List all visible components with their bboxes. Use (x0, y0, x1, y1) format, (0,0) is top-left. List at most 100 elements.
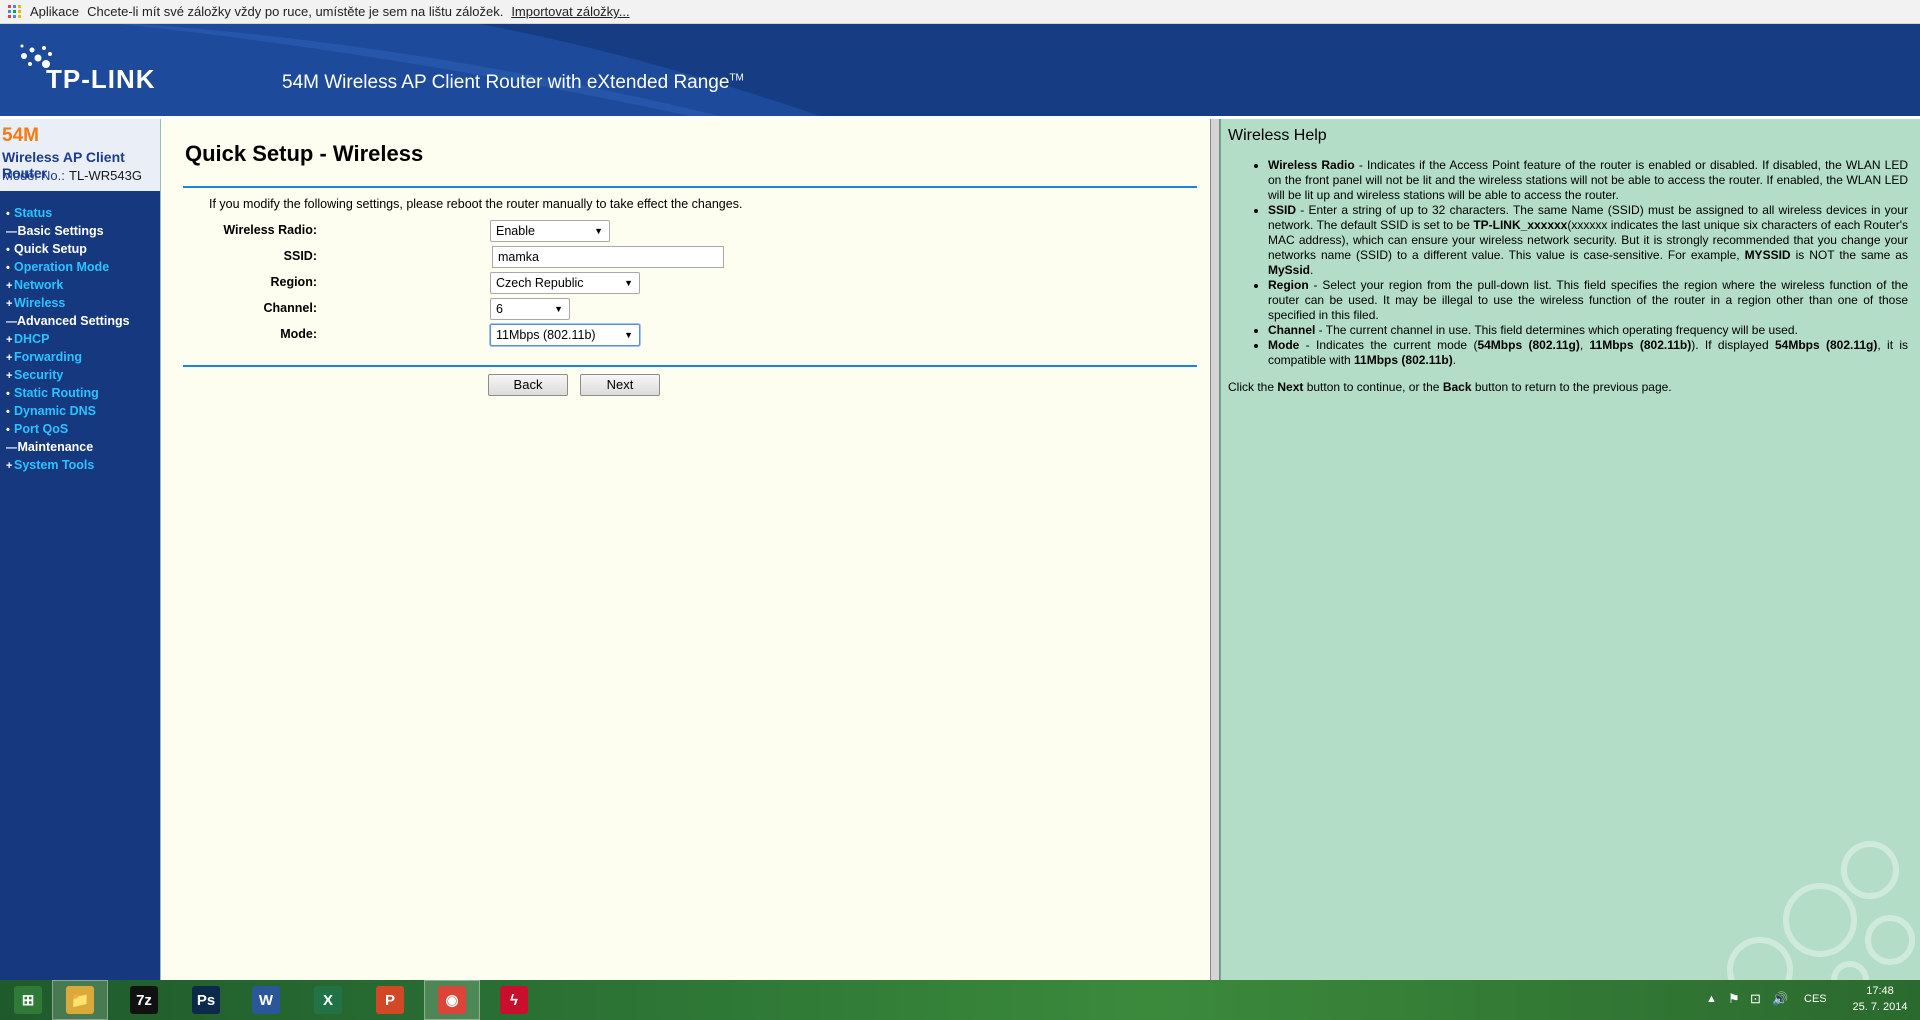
dropdown-arrow-icon: ▼ (594, 226, 603, 236)
taskbar-explorer[interactable]: 📁 (52, 980, 108, 1020)
taskbar-start-button[interactable]: ⊞ (0, 980, 56, 1020)
expand-plus-icon: + (6, 352, 13, 364)
channel-select[interactable]: 6 ▼ (490, 298, 570, 320)
sidebar-item-quick-setup[interactable]: • Quick Setup (0, 240, 160, 258)
sidebar-item-label: System Tools (14, 458, 95, 472)
start-button-icon: ⊞ (14, 986, 42, 1014)
ssid-label: SSID: (283, 249, 317, 263)
sidebar-item-label: Wireless (14, 296, 66, 310)
taskbar-flash[interactable]: ϟ (486, 980, 542, 1020)
action-center-flag-icon[interactable]: ⚑ (1728, 991, 1740, 1007)
bullet-icon: • (6, 424, 10, 436)
bookmarks-bar: Aplikace Chcete-li mít své záložky vždy … (0, 0, 1920, 24)
tray-expand-icon[interactable]: ▲ (1706, 993, 1717, 1005)
sidebar-item-label: Port QoS (14, 422, 69, 436)
sidebar-item-label: DHCP (14, 332, 50, 346)
sidebar-item-status[interactable]: • Status (0, 204, 160, 222)
help-emphasis: TP-LINK_xxxxxx (1473, 218, 1568, 232)
help-text: ). If displayed (1691, 338, 1775, 352)
bubble-decoration-icon (1727, 841, 1915, 980)
help-emphasis: 11Mbps (802.11b) (1354, 353, 1453, 367)
taskbar-photoshop[interactable]: Ps (178, 980, 234, 1020)
dropdown-arrow-icon: ▼ (554, 304, 563, 314)
help-term: Wireless Radio (1268, 158, 1355, 172)
top-divider (183, 186, 1197, 188)
sidebar-item-security[interactable]: + Security (0, 366, 160, 384)
help-text: Click the (1228, 380, 1278, 394)
clock-date[interactable]: 25. 7. 2014 (1846, 1001, 1914, 1013)
help-text: is NOT the same as (1790, 248, 1908, 262)
expand-plus-icon: + (6, 370, 13, 382)
help-text: - Select your region from the pull-down … (1268, 278, 1908, 322)
word-icon: W (252, 986, 280, 1014)
sidebar-item-network[interactable]: + Network (0, 276, 160, 294)
sidebar-item-dynamic-dns[interactable]: • Dynamic DNS (0, 402, 160, 420)
bullet-icon: • (6, 244, 10, 256)
channel-label: Channel: (263, 301, 317, 315)
sidebar-item-label: Maintenance (17, 440, 94, 454)
left-menu: 54M Wireless AP Client Router Model No.:… (0, 119, 160, 980)
menu-model-number: TL-WR543G (69, 168, 142, 183)
7zip-icon: 7z (130, 986, 158, 1014)
region-value: Czech Republic (496, 276, 584, 290)
ssid-input[interactable]: mamka (492, 246, 724, 268)
sidebar-item-forwarding[interactable]: + Forwarding (0, 348, 160, 366)
trademark-mark: TM (729, 72, 744, 84)
wireless-radio-row: Wireless Radio: Enable ▼ (161, 220, 1061, 242)
region-select[interactable]: Czech Republic ▼ (490, 272, 640, 294)
frame-splitter[interactable] (1210, 119, 1220, 980)
apps-grid-icon[interactable] (8, 4, 22, 19)
mode-select[interactable]: 11Mbps (802.11b) ▼ (490, 324, 640, 346)
help-emphasis: MYSSID (1744, 248, 1791, 262)
sidebar-item-dhcp[interactable]: + DHCP (0, 330, 160, 348)
sidebar-item-wireless[interactable]: + Wireless (0, 294, 160, 312)
excel-icon: X (314, 986, 342, 1014)
region-row: Region: Czech Republic ▼ (161, 272, 1061, 294)
apps-link[interactable]: Aplikace (30, 4, 79, 19)
bullet-icon: • (6, 388, 10, 400)
back-button[interactable]: Back (488, 374, 568, 396)
volume-icon[interactable]: 🔊 (1772, 991, 1788, 1007)
help-list: Wireless Radio - Indicates if the Access… (1268, 158, 1908, 368)
help-item-radio: Wireless Radio - Indicates if the Access… (1268, 158, 1908, 203)
help-text: button to continue, or the (1303, 380, 1443, 394)
help-item-region: Region - Select your region from the pul… (1268, 278, 1908, 323)
clock-time[interactable]: 17:48 (1850, 985, 1910, 997)
import-bookmarks-link[interactable]: Importovat záložky... (511, 4, 629, 19)
next-button[interactable]: Next (580, 374, 660, 396)
sidebar-item-label: Basic Settings (17, 224, 104, 238)
sidebar-item-system-tools[interactable]: + System Tools (0, 456, 160, 474)
dropdown-arrow-icon: ▼ (624, 278, 633, 288)
page-title: Quick Setup - Wireless (185, 141, 424, 166)
section-dash-icon: — (6, 226, 17, 238)
taskbar-powerpoint[interactable]: P (362, 980, 418, 1020)
reboot-notice: If you modify the following settings, pl… (209, 197, 743, 211)
help-panel: Wireless Help Wireless Radio - Indicates… (1220, 119, 1920, 980)
menu-product-box: 54M Wireless AP Client Router Model No.:… (0, 119, 160, 191)
network-icon[interactable]: ⊡ (1750, 991, 1761, 1007)
sidebar-item-static-routing[interactable]: • Static Routing (0, 384, 160, 402)
menu-section-advanced-settings: — Advanced Settings (0, 312, 160, 330)
taskbar-excel[interactable]: X (300, 980, 356, 1020)
chrome-icon: ◉ (438, 986, 466, 1014)
taskbar-chrome[interactable]: ◉ (424, 980, 480, 1020)
sidebar-item-port-qos[interactable]: • Port QoS (0, 420, 160, 438)
help-text: . (1452, 353, 1457, 367)
taskbar-7zip[interactable]: 7z (116, 980, 172, 1020)
help-text: button to return to the previous page. (1471, 380, 1672, 394)
system-tray: ▲ ⚑ ⊡ 🔊 CES 17:48 25. 7. 2014 (1700, 980, 1920, 1020)
taskbar-word[interactable]: W (238, 980, 294, 1020)
help-emphasis: 11Mbps (802.11b) (1589, 338, 1692, 352)
sidebar-item-label: Network (14, 278, 64, 292)
help-item-channel: Channel - The current channel in use. Th… (1268, 323, 1908, 338)
menu-model-label: Model No.: (2, 168, 65, 183)
sidebar-item-operation-mode[interactable]: • Operation Mode (0, 258, 160, 276)
help-emphasis: MySsid (1268, 263, 1311, 277)
language-indicator[interactable]: CES (1804, 993, 1827, 1005)
channel-value: 6 (496, 302, 503, 316)
wireless-radio-select[interactable]: Enable ▼ (490, 220, 610, 242)
help-emphasis: 54Mbps (802.11g) (1774, 338, 1878, 352)
help-text: - Indicates the current mode ( (1299, 338, 1478, 352)
expand-plus-icon: + (6, 280, 13, 292)
menu-section-basic-settings: — Basic Settings (0, 222, 160, 240)
